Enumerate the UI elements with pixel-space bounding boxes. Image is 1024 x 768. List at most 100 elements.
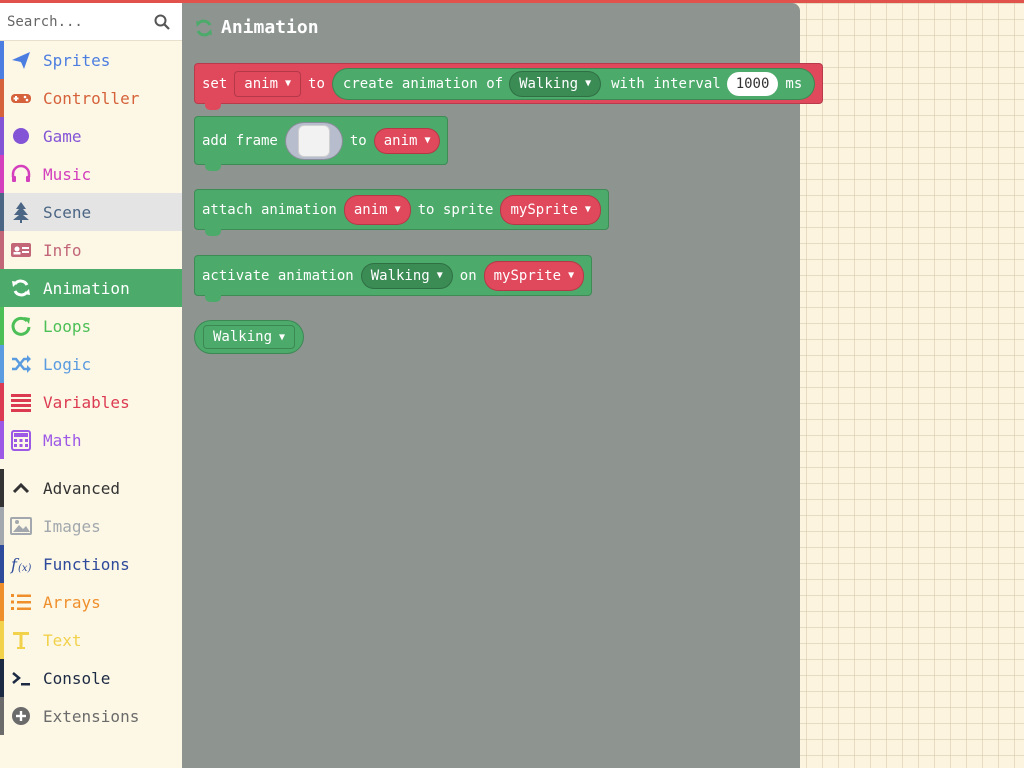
toolbox-category-game[interactable]: Game bbox=[0, 117, 182, 155]
tree-icon bbox=[10, 201, 32, 223]
headphones-icon bbox=[10, 163, 32, 185]
toolbox-category-controller[interactable]: Controller bbox=[0, 79, 182, 117]
dropdown-arrow-icon: ▼ bbox=[436, 270, 443, 281]
category-color-stripe bbox=[0, 345, 4, 383]
create-animation-block[interactable]: create animation of Walking ▼ with interv… bbox=[331, 67, 816, 100]
category-label: Game bbox=[43, 126, 82, 146]
toolbox-category-text[interactable]: Text bbox=[0, 621, 182, 659]
category-label: Logic bbox=[43, 354, 92, 374]
toolbox-category-music[interactable]: Music bbox=[0, 155, 182, 193]
animation-value: Walking bbox=[519, 75, 579, 92]
loop-icon bbox=[10, 315, 32, 337]
animation-reporter-block[interactable]: Walking ▼ bbox=[194, 320, 305, 354]
variable-value: anim bbox=[244, 75, 279, 92]
function-icon: f (x) bbox=[10, 553, 32, 575]
plus-circle-icon bbox=[10, 705, 32, 727]
toolbox-category-animation[interactable]: Animation bbox=[0, 269, 182, 307]
image-preview bbox=[297, 124, 330, 157]
toolbox-category-math[interactable]: Math bbox=[0, 421, 182, 459]
category-color-stripe bbox=[0, 697, 4, 735]
category-color-stripe bbox=[0, 117, 4, 155]
category-label: Sprites bbox=[43, 50, 111, 70]
block-notch bbox=[205, 164, 221, 171]
dropdown-arrow-icon: ▼ bbox=[279, 331, 286, 343]
sprite-dropdown[interactable]: mySprite ▼ bbox=[500, 194, 601, 225]
category-color-stripe bbox=[0, 583, 4, 621]
create-animation-label: create animation of bbox=[342, 75, 504, 92]
set-label: set bbox=[202, 75, 228, 92]
variable-dropdown[interactable]: anim ▼ bbox=[343, 194, 411, 225]
category-label: Advanced bbox=[43, 478, 121, 498]
flyout-title-text: Animation bbox=[221, 17, 319, 38]
variable-dropdown[interactable]: anim ▼ bbox=[373, 127, 441, 154]
category-label: Images bbox=[43, 516, 101, 536]
animation-dropdown[interactable]: Walking ▼ bbox=[203, 325, 296, 349]
attach-animation-block[interactable]: attach animation anim ▼ to sprite mySprit… bbox=[194, 189, 609, 236]
toolbox-category-functions[interactable]: f (x) Functions bbox=[0, 545, 182, 583]
terminal-icon bbox=[10, 667, 32, 689]
toolbox-category-extensions[interactable]: Extensions bbox=[0, 697, 182, 735]
interval-input[interactable]: 1000 bbox=[726, 71, 779, 96]
text-icon bbox=[10, 629, 32, 651]
animation-value: Walking bbox=[370, 267, 430, 284]
search-input[interactable] bbox=[0, 3, 150, 41]
animation-flyout: Animation set anim ▼ to create animation … bbox=[182, 3, 824, 768]
toolbox-category-sprites[interactable]: Sprites bbox=[0, 41, 182, 79]
category-label: Controller bbox=[43, 88, 140, 108]
toolbox-category-scene[interactable]: Scene bbox=[0, 193, 182, 231]
sprite-value: mySprite bbox=[510, 201, 578, 218]
refresh-icon bbox=[10, 277, 32, 299]
svg-text:(x): (x) bbox=[18, 563, 32, 574]
sprite-dropdown[interactable]: mySprite ▼ bbox=[483, 260, 585, 291]
set-animation-block[interactable]: set anim ▼ to create animation of Walking… bbox=[194, 63, 824, 110]
image-slot[interactable] bbox=[284, 121, 343, 160]
animation-dropdown[interactable]: Walking ▼ bbox=[509, 70, 602, 97]
category-color-stripe bbox=[0, 383, 4, 421]
variable-dropdown[interactable]: anim ▼ bbox=[234, 70, 302, 97]
refresh-icon bbox=[196, 19, 212, 36]
toolbox-category-arrays[interactable]: Arrays bbox=[0, 583, 182, 621]
dropdown-arrow-icon: ▼ bbox=[424, 135, 431, 146]
toolbox-category-images[interactable]: Images bbox=[0, 507, 182, 545]
search-icon[interactable] bbox=[154, 14, 170, 30]
toolbox-category-logic[interactable]: Logic bbox=[0, 345, 182, 383]
category-label: Extensions bbox=[43, 706, 140, 726]
to-label: to bbox=[349, 132, 367, 149]
category-label: Math bbox=[43, 430, 82, 450]
block-notch bbox=[205, 295, 221, 302]
category-color-stripe bbox=[0, 469, 4, 507]
toolbox-category-loops[interactable]: Loops bbox=[0, 307, 182, 345]
toolbox-category-advanced[interactable]: Advanced bbox=[0, 469, 182, 507]
category-label: Animation bbox=[43, 278, 130, 298]
category-label: Functions bbox=[43, 554, 130, 574]
dropdown-arrow-icon: ▼ bbox=[585, 78, 592, 89]
variable-value: anim bbox=[383, 132, 418, 149]
sprite-value: mySprite bbox=[493, 267, 562, 284]
toolbox-category-console[interactable]: Console bbox=[0, 659, 182, 697]
category-color-stripe bbox=[0, 41, 4, 79]
dropdown-arrow-icon: ▼ bbox=[285, 78, 292, 89]
animation-dropdown[interactable]: Walking ▼ bbox=[360, 262, 453, 289]
category-color-stripe bbox=[0, 507, 4, 545]
category-color-stripe bbox=[0, 231, 4, 269]
attach-animation-label: attach animation bbox=[202, 201, 337, 218]
on-label: on bbox=[459, 267, 477, 284]
ms-label: ms bbox=[785, 75, 803, 92]
category-color-stripe bbox=[0, 307, 4, 345]
image-icon bbox=[10, 515, 32, 537]
category-color-stripe bbox=[0, 545, 4, 583]
add-frame-block[interactable]: add frame to anim ▼ bbox=[194, 116, 449, 171]
activate-animation-block[interactable]: activate animation Walking ▼ on mySprite ▼ bbox=[194, 255, 593, 302]
interval-label: with interval bbox=[611, 75, 721, 92]
category-color-stripe bbox=[0, 621, 4, 659]
category-color-stripe bbox=[0, 79, 4, 117]
category-label: Text bbox=[43, 630, 82, 650]
category-label: Info bbox=[43, 240, 82, 260]
to-label: to bbox=[308, 75, 325, 92]
to-sprite-label: to sprite bbox=[417, 201, 494, 218]
toolbox-category-info[interactable]: Info bbox=[0, 231, 182, 269]
activate-animation-label: activate animation bbox=[202, 267, 354, 284]
toolbox-category-variables[interactable]: Variables bbox=[0, 383, 182, 421]
category-label: Variables bbox=[43, 392, 130, 412]
toolbox-search bbox=[0, 3, 182, 41]
